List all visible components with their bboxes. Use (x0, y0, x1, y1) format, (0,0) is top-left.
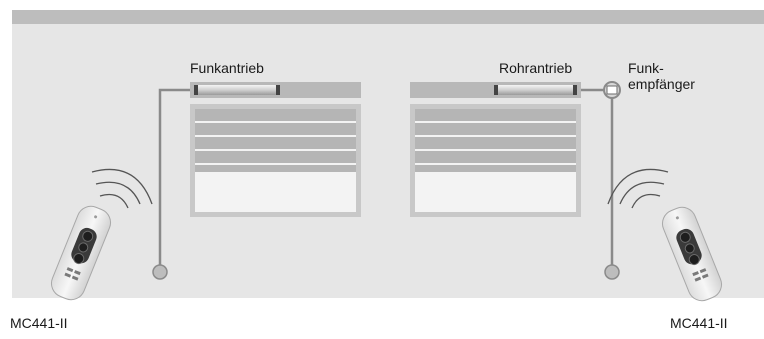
left-window (190, 104, 361, 217)
receiver-label-line1: Funk- (628, 60, 664, 76)
right-window (410, 104, 581, 217)
left-remote-label: MC441-II (10, 315, 68, 331)
right-motor-label: Rohrantrieb (499, 60, 573, 76)
top-band (12, 10, 764, 24)
diagram-canvas (12, 10, 764, 306)
right-shutter-slats (415, 109, 576, 172)
diagram-stage: Funkantrieb Rohrantrieb Funk- empfänger … (0, 0, 764, 334)
left-shutter-slats (195, 109, 356, 172)
receiver-label-line2: empfänger (628, 76, 695, 92)
radio-receiver (603, 81, 621, 99)
right-shutter-box (410, 82, 581, 98)
left-motor-label: Funkantrieb (190, 60, 264, 76)
right-remote-label: MC441-II (670, 315, 728, 331)
left-shutter-box (190, 82, 361, 98)
